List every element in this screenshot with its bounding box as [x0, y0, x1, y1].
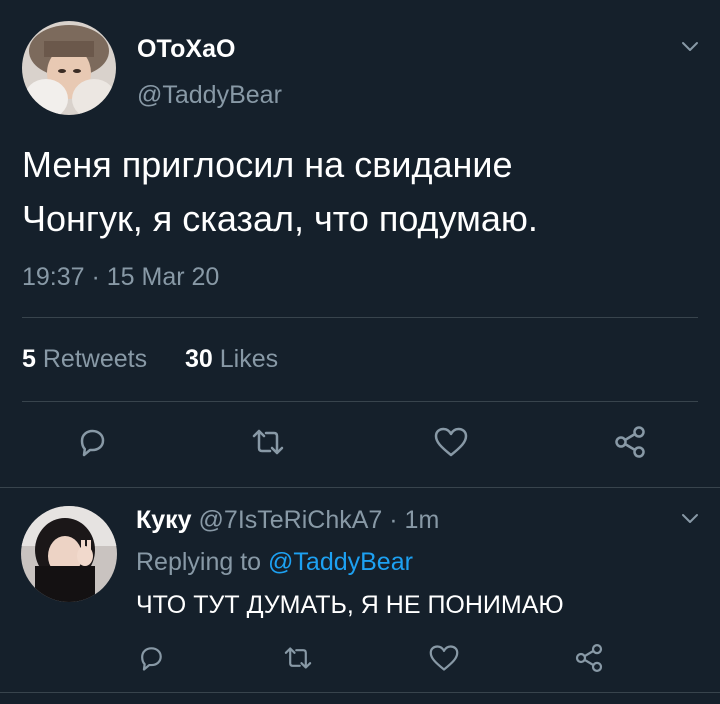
reply-author-display-name[interactable]: Куку [136, 506, 192, 534]
like-icon[interactable] [433, 425, 469, 459]
reply-author-handle[interactable]: @7IsTeRiChkA7 [199, 506, 383, 534]
chevron-down-icon[interactable] [680, 512, 700, 526]
divider [22, 401, 698, 402]
share-icon[interactable] [612, 424, 648, 460]
tweet-text-line: Чонгук, я сказал, что подумаю. [22, 198, 538, 239]
chevron-down-icon[interactable] [680, 40, 700, 54]
reply-author-avatar[interactable] [21, 506, 117, 602]
reply-header: Куку @7IsTeRiChkA7 · 1m [136, 505, 439, 535]
author-avatar[interactable] [22, 21, 116, 115]
divider [22, 317, 698, 318]
reply-time[interactable]: · 1m [389, 506, 439, 534]
retweet-icon[interactable] [283, 645, 313, 671]
retweets-label: Retweets [42, 345, 148, 373]
reply-icon[interactable] [136, 643, 166, 673]
tweet-timestamp[interactable]: 19:37 · 15 Mar 20 [22, 262, 219, 292]
section-divider [0, 487, 720, 488]
likes-label: Likes [219, 345, 279, 373]
replying-to-handle[interactable]: @TaddyBear [268, 548, 413, 576]
likes-count: 30 [185, 345, 213, 373]
retweet-icon[interactable] [251, 427, 285, 457]
tweet-text-line: Меня приглосил на свидание [22, 144, 513, 185]
replying-to-prefix: Replying to [136, 548, 262, 576]
retweets-count: 5 [22, 345, 36, 373]
like-icon[interactable] [428, 643, 460, 673]
reply-text: ЧТО ТУТ ДУМАТЬ, Я НЕ ПОНИМАЮ [136, 591, 564, 619]
section-divider [0, 692, 720, 693]
share-icon[interactable] [573, 642, 605, 674]
author-handle[interactable]: @TaddyBear [137, 80, 282, 110]
retweets-stat[interactable]: 5 Retweets [22, 344, 147, 374]
author-display-name[interactable]: ОТоХаО [137, 34, 235, 64]
likes-stat[interactable]: 30 Likes [185, 344, 278, 374]
replying-to: Replying to @TaddyBear [136, 547, 413, 577]
reply-icon[interactable] [75, 425, 109, 459]
